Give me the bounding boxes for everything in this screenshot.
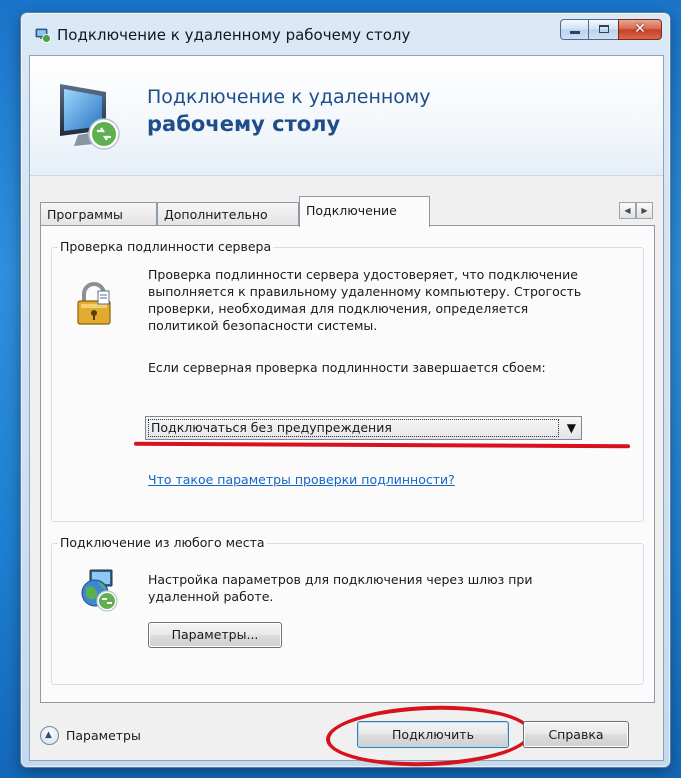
gateway-description: Настройка параметров для подключения чер… (148, 572, 533, 604)
auth-help-link[interactable]: Что такое параметры проверки подлинности… (148, 472, 455, 487)
options-toggle[interactable]: ▲ Параметры (40, 726, 141, 745)
banner-title-line1: Подключение к удаленному (147, 86, 431, 108)
chevron-down-icon: ▼ (566, 421, 576, 435)
remote-desktop-icon (35, 28, 51, 43)
minimize-button[interactable] (560, 19, 588, 40)
expand-options-icon: ▲ (40, 726, 59, 745)
tab-connection[interactable]: Подключение (299, 196, 430, 227)
title-bar[interactable]: Подключение к удаленному рабочему столу … (21, 13, 670, 55)
red-underline-annotation (133, 441, 631, 449)
gateway-group-title: Подключение из любого места (58, 535, 267, 550)
gateway-group: Подключение из любого места Настройка па… (51, 535, 644, 685)
auth-failure-dropdown[interactable]: Подключаться без предупреждения ▼ (145, 416, 582, 440)
close-icon: ✕ (634, 21, 646, 37)
help-button[interactable]: Справка (523, 721, 629, 748)
close-button[interactable]: ✕ (618, 19, 662, 40)
rdp-window: Подключение к удаленному рабочему столу … (20, 12, 671, 770)
options-label: Параметры (66, 728, 141, 743)
scroll-left-icon[interactable]: ◀ (619, 202, 636, 219)
minimize-icon (570, 31, 580, 34)
network-globe-icon (81, 569, 118, 612)
auth-failure-selected: Подключаться без предупреждения (148, 419, 559, 437)
tab-scroll-buttons: ◀ ▶ (619, 202, 653, 219)
tab-advanced[interactable]: Дополнительно (157, 202, 299, 226)
auth-failure-label: Если серверная проверка подлинности заве… (148, 360, 546, 375)
padlock-icon (77, 282, 111, 325)
dialog-client-area: Подключение к удаленному рабочему столу … (29, 55, 664, 770)
banner-title-line2: рабочему столу (147, 112, 341, 136)
connect-button[interactable]: Подключить (357, 721, 509, 748)
server-auth-description: Проверка подлинности сервера удостоверяе… (148, 267, 582, 333)
tab-panel-connection: Проверка подлинности сервера Проверка по… (40, 225, 655, 703)
maximize-button[interactable] (588, 19, 618, 40)
maximize-icon (599, 25, 609, 33)
window-title: Подключение к удаленному рабочему столу (57, 26, 411, 44)
caption-buttons: ✕ (560, 19, 662, 40)
remote-desktop-monitor-icon (60, 84, 120, 150)
gateway-settings-button[interactable]: Параметры... (148, 622, 282, 648)
tab-programs[interactable]: Программы (40, 202, 157, 226)
scroll-right-icon[interactable]: ▶ (636, 202, 653, 219)
header-banner: Подключение к удаленному рабочему столу (30, 56, 663, 176)
server-auth-group-title: Проверка подлинности сервера (58, 239, 274, 254)
server-auth-group: Проверка подлинности сервера Проверка по… (51, 239, 644, 522)
